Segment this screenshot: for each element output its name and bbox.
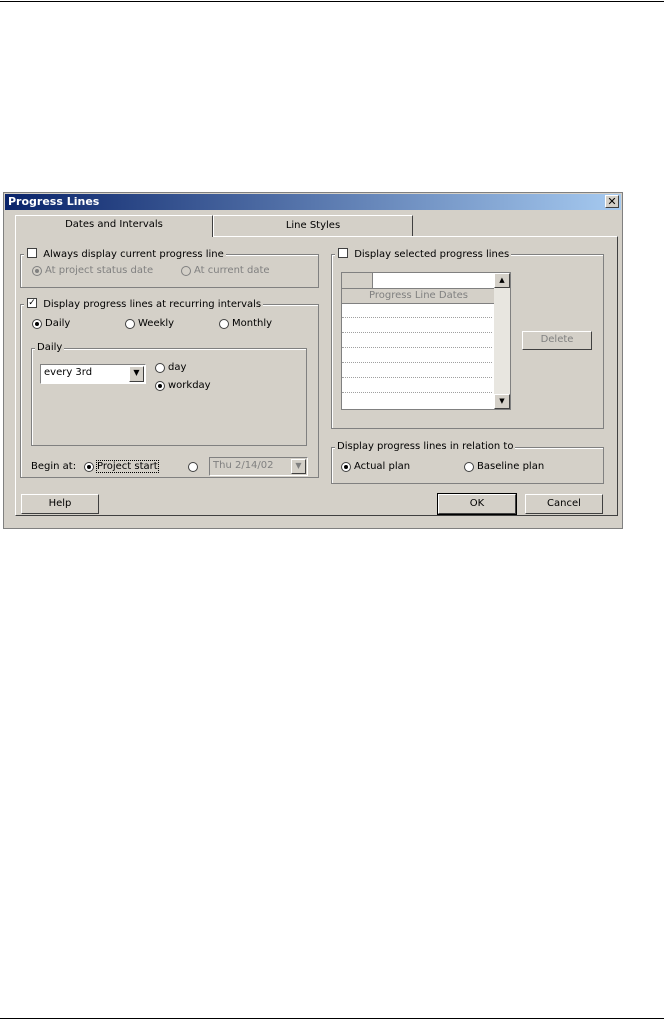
current-line-legend: Always display current progress line [24,247,226,260]
help-label: Help [48,498,72,509]
cancel-button[interactable]: Cancel [525,494,603,514]
radio-workday[interactable] [155,381,165,391]
daily-interval-value: every 3rd [44,367,93,378]
current-line-checkbox[interactable] [27,248,37,258]
recurring-legend: ✓ Display progress lines at recurring in… [24,297,264,310]
delete-label: Delete [540,334,574,345]
radio-at-current-date[interactable] [181,266,191,276]
bottom-rule [0,1018,664,1019]
chevron-down-icon[interactable]: ▼ [291,459,306,474]
tab-dates-and-intervals[interactable]: Dates and Intervals [15,215,213,237]
close-icon: ✕ [607,195,617,208]
radio-project-start[interactable] [84,462,94,472]
tab-label: Line Styles [285,220,341,231]
scroll-up-button[interactable]: ▲ [494,273,510,288]
label-workday: workday [168,380,211,391]
help-button[interactable]: Help [21,494,99,514]
ok-button[interactable]: OK [437,493,517,515]
title-bar: Progress Lines ✕ [5,194,621,210]
progress-line-dates-list[interactable]: Progress Line Dates ▲ ▼ [341,272,511,410]
cancel-label: Cancel [547,498,581,509]
radio-monthly[interactable] [219,319,229,329]
chevron-down-icon[interactable]: ▼ [129,366,144,382]
label-monthly: Monthly [232,318,273,329]
arrow-down-icon: ▼ [499,397,505,405]
radio-begin-date[interactable] [188,462,198,472]
close-button[interactable]: ✕ [605,195,619,208]
begin-date-value: Thu 2/14/02 [213,460,274,471]
tab-line-styles[interactable]: Line Styles [213,215,413,236]
label-actual-plan: Actual plan [354,461,411,472]
progress-lines-dialog: Progress Lines ✕ Dates and Intervals Lin… [3,192,623,529]
relation-legend: Display progress lines in relation to [335,441,516,452]
label-at-project-status-date: At project status date [45,265,154,276]
recurring-checkbox[interactable]: ✓ [27,298,37,308]
arrow-up-icon: ▲ [499,276,505,284]
daily-legend: Daily [35,342,65,353]
list-header-label: Progress Line Dates [369,290,468,301]
label-baseline-plan: Baseline plan [477,461,545,472]
recurring-label: Display progress lines at recurring inte… [43,299,262,310]
radio-weekly[interactable] [125,319,135,329]
list-column-header: Progress Line Dates [342,288,495,304]
delete-button[interactable]: Delete [522,331,592,350]
radio-baseline-plan[interactable] [464,462,474,472]
selected-lines-legend: Display selected progress lines [335,247,512,260]
label-daily: Daily [45,318,71,329]
radio-actual-plan[interactable] [341,462,351,472]
ok-label: OK [469,498,485,509]
current-line-label: Always display current progress line [43,249,224,260]
list-scrollbar[interactable]: ▲ ▼ [494,273,510,409]
begin-at-label: Begin at: [31,461,77,472]
radio-daily[interactable] [32,319,42,329]
daily-interval-select[interactable]: every 3rd ▼ [40,364,146,384]
radio-at-project-status-date[interactable] [32,266,42,276]
scroll-down-button[interactable]: ▼ [494,394,510,409]
radio-day[interactable] [155,363,165,373]
dialog-title: Progress Lines [8,195,100,208]
begin-date-select[interactable]: Thu 2/14/02 ▼ [209,457,308,476]
label-day: day [168,362,187,373]
selected-lines-checkbox[interactable] [338,248,348,258]
label-weekly: Weekly [138,318,175,329]
label-project-start: Project start [96,460,159,473]
label-at-current-date: At current date [194,265,270,276]
top-rule [0,1,664,2]
list-row-header-cell [342,273,373,288]
selected-lines-label: Display selected progress lines [354,249,510,260]
tab-label: Dates and Intervals [65,219,163,230]
